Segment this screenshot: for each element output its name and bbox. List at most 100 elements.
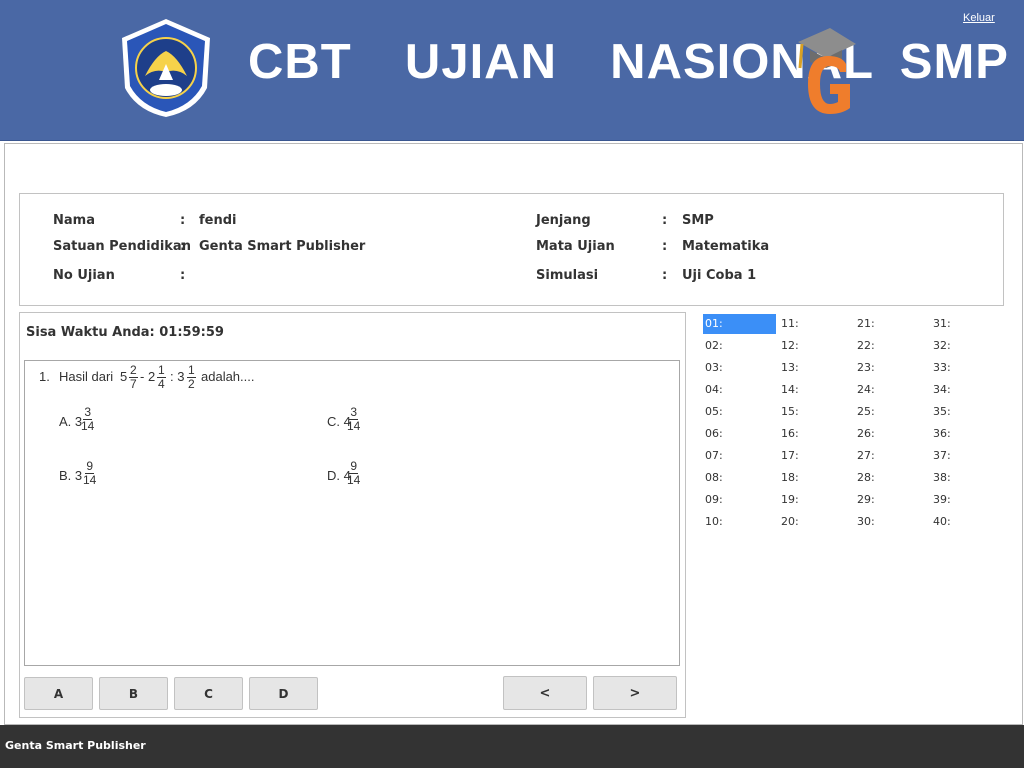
fraction-numerator: 3 [349,405,359,420]
answer-a-button[interactable]: A [24,677,93,710]
question-grid-item[interactable]: 30: [855,512,928,532]
info-separator: : [180,213,186,228]
question-grid-item[interactable]: 38: [931,468,1004,488]
question-fraction-3: 1 2 [187,364,196,391]
question-grid-item[interactable]: 07: [703,446,776,466]
option-b-fraction: 9 14 [83,460,96,487]
fraction-numerator: 1 [187,363,196,378]
question-operator-1: - 2 [140,369,156,384]
info-label-simulasi: Simulasi [536,268,599,283]
fraction-denominator: 4 [158,377,165,391]
question-grid-item[interactable]: 21: [855,314,928,334]
info-value-satuan-pendidikan: Genta Smart Publisher [199,239,366,254]
question-grid-item[interactable]: 36: [931,424,1004,444]
header-banner: CBT UJIAN NASIONAL SMP Keluar [0,0,1024,141]
info-value-jenjang: SMP [682,213,714,228]
option-a-label: A. 3 [59,414,83,429]
question-grid-item[interactable]: 16: [779,424,852,444]
answer-d-button[interactable]: D [249,677,318,710]
app-title: CBT UJIAN NASIONAL SMP [248,35,1009,89]
option-c-fraction: 3 14 [347,406,360,433]
student-info-panel: Nama : fendi Satuan Pendidikan : Genta S… [19,193,1004,306]
question-grid-item[interactable]: 05: [703,402,776,422]
question-grid-item[interactable]: 27: [855,446,928,466]
question-grid-item[interactable]: 34: [931,380,1004,400]
info-value-simulasi: Uji Coba 1 [682,268,757,283]
fraction-denominator: 14 [347,419,361,433]
question-fraction-1: 2 7 [129,364,138,391]
info-label-nama: Nama [53,213,95,228]
question-grid-item[interactable]: 31: [931,314,1004,334]
question-grid-item[interactable]: 29: [855,490,928,510]
question-grid-item[interactable]: 40: [931,512,1004,532]
question-grid-item[interactable]: 22: [855,336,928,356]
info-label-jenjang: Jenjang [536,213,591,228]
info-separator: : [662,268,668,283]
question-grid-item[interactable]: 11: [779,314,852,334]
fraction-numerator: 9 [349,459,359,474]
question-number: 1. [39,369,50,384]
question-grid-item[interactable]: 12: [779,336,852,356]
remaining-time: Sisa Waktu Anda: 01:59:59 [26,325,224,340]
question-grid-item[interactable]: 06: [703,424,776,444]
question-grid-item[interactable]: 02: [703,336,776,356]
footer-bar: Genta Smart Publisher [0,725,1024,768]
fraction-denominator: 2 [188,377,195,391]
question-grid-item[interactable]: 32: [931,336,1004,356]
fraction-numerator: 9 [85,459,95,474]
question-grid-item[interactable]: 39: [931,490,1004,510]
info-separator: : [180,239,186,254]
footer-publisher: Genta Smart Publisher [5,739,146,752]
answer-c-button[interactable]: C [174,677,243,710]
question-grid-item[interactable]: 26: [855,424,928,444]
info-label-satuan-pendidikan: Satuan Pendidikan [53,239,191,254]
question-grid-item[interactable]: 23: [855,358,928,378]
question-grid-item[interactable]: 08: [703,468,776,488]
tut-wuri-handayani-logo [122,19,210,117]
question-term1-whole: 5 [120,369,128,384]
question-grid-item[interactable]: 15: [779,402,852,422]
question-grid-item[interactable]: 09: [703,490,776,510]
graduation-g-logo [798,28,856,114]
info-value-nama: fendi [199,213,237,228]
info-value-mata-ujian: Matematika [682,239,770,254]
info-separator: : [662,213,668,228]
fraction-numerator: 2 [129,363,138,378]
option-b-label: B. 3 [59,468,83,483]
question-grid-item[interactable]: 17: [779,446,852,466]
option-d-fraction: 9 14 [347,460,360,487]
question-grid-item[interactable]: 01: [703,314,776,334]
fraction-denominator: 14 [347,473,361,487]
question-fraction-2: 1 4 [157,364,166,391]
question-grid-item[interactable]: 04: [703,380,776,400]
info-separator: : [180,268,186,283]
question-grid-item[interactable]: 18: [779,468,852,488]
question-grid-item[interactable]: 33: [931,358,1004,378]
question-grid-item[interactable]: 19: [779,490,852,510]
question-operator-2: : 3 [170,369,185,384]
question-outro: adalah.... [201,369,255,384]
fraction-denominator: 7 [130,377,137,391]
answer-b-button[interactable]: B [99,677,168,710]
question-grid-item[interactable]: 24: [855,380,928,400]
info-label-no-ujian: No Ujian [53,268,115,283]
question-grid-item[interactable]: 37: [931,446,1004,466]
option-a-fraction: 3 14 [81,406,94,433]
question-intro: Hasil dari [59,369,114,384]
question-box: 1. Hasil dari 5 2 7 - 2 1 4 : 3 1 2 adal… [24,360,680,666]
next-question-button[interactable]: > [593,676,677,710]
question-grid-item[interactable]: 13: [779,358,852,378]
question-grid-item[interactable]: 28: [855,468,928,488]
question-grid-item[interactable]: 03: [703,358,776,378]
fraction-numerator: 1 [157,363,166,378]
question-grid-item[interactable]: 35: [931,402,1004,422]
logout-link[interactable]: Keluar [963,12,995,24]
question-grid-item[interactable]: 10: [703,512,776,532]
question-grid-item[interactable]: 20: [779,512,852,532]
info-separator: : [662,239,668,254]
fraction-numerator: 3 [83,405,93,420]
previous-question-button[interactable]: < [503,676,587,710]
fraction-denominator: 14 [81,419,95,433]
question-grid-item[interactable]: 14: [779,380,852,400]
question-grid-item[interactable]: 25: [855,402,928,422]
